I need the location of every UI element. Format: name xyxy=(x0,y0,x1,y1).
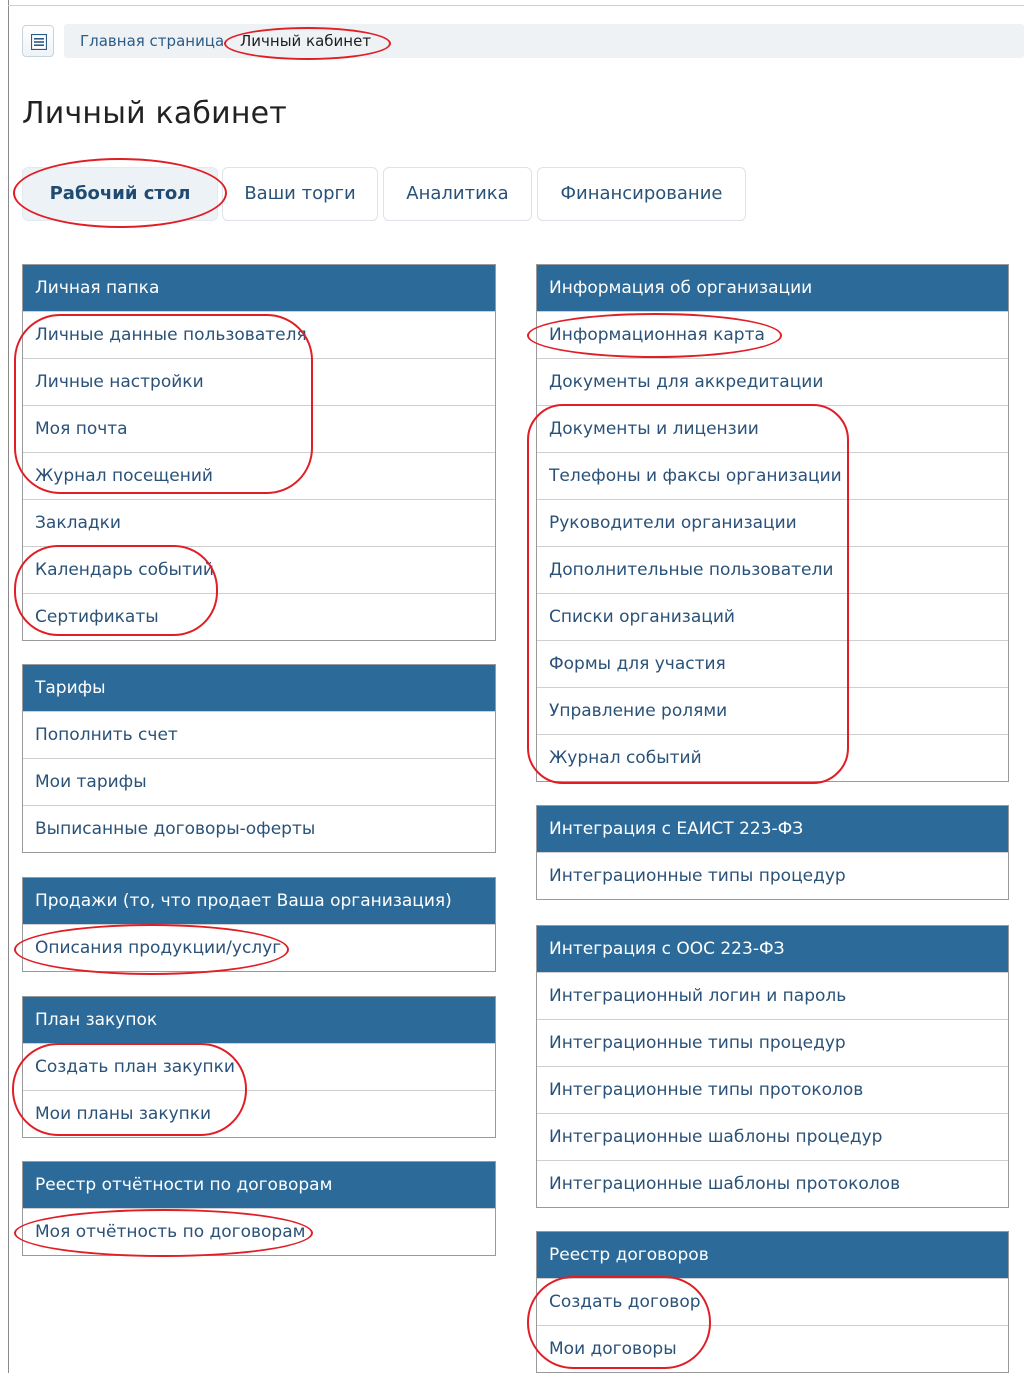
panel-link[interactable]: Личные данные пользователя xyxy=(23,311,495,358)
panel-link[interactable]: Интеграционные типы протоколов xyxy=(537,1066,1008,1113)
left-panel: Личная папка Личные данные пользователя Ли… xyxy=(22,264,496,641)
breadcrumb-home-link[interactable]: Главная страница xyxy=(80,24,224,58)
panel-link[interactable]: Списки организаций xyxy=(537,593,1008,640)
panel-header: Тарифы xyxy=(23,665,495,711)
right-panel: Информация об организации Информационная … xyxy=(536,264,1009,782)
left-panel: Реестр отчётности по договорам Моя отчётн… xyxy=(22,1161,496,1256)
panel-link[interactable]: Пополнить счет xyxy=(23,711,495,758)
panel-link[interactable]: Выписанные договоры-оферты xyxy=(23,805,495,852)
panel-link[interactable]: Интеграционные типы процедур xyxy=(537,1019,1008,1066)
tab-your-trades[interactable]: Ваши торги xyxy=(222,167,378,221)
menu-button[interactable] xyxy=(22,25,54,57)
panel-link[interactable]: Мои планы закупки xyxy=(23,1090,495,1137)
panel-header: Реестр договоров xyxy=(537,1232,1008,1278)
panel-link[interactable]: Создать план закупки xyxy=(23,1043,495,1090)
panel-header: Продажи (то, что продает Ваша организаци… xyxy=(23,878,495,924)
panel-link[interactable]: Формы для участия xyxy=(537,640,1008,687)
panel-header: План закупок xyxy=(23,997,495,1043)
panel-link[interactable]: Сертификаты xyxy=(23,593,495,640)
panel-link[interactable]: Моя почта xyxy=(23,405,495,452)
panel-link[interactable]: Закладки xyxy=(23,499,495,546)
panel-link[interactable]: Моя отчётность по договорам xyxy=(23,1208,495,1255)
panel-link[interactable]: Управление ролями xyxy=(537,687,1008,734)
breadcrumb-current: Личный кабинет xyxy=(240,32,372,50)
frame-border-top xyxy=(8,5,1024,6)
left-panel: План закупок Создать план закупки Мои план… xyxy=(22,996,496,1138)
panel-link[interactable]: Информационная карта xyxy=(537,311,1008,358)
page-title: Личный кабинет xyxy=(22,96,287,131)
tab-analytics[interactable]: Аналитика xyxy=(383,167,532,221)
panel-link[interactable]: Личные настройки xyxy=(23,358,495,405)
panel-link[interactable]: Описания продукции/услуг xyxy=(23,924,495,971)
panel-link[interactable]: Мои тарифы xyxy=(23,758,495,805)
panel-link[interactable]: Интеграционные типы процедур xyxy=(537,852,1008,899)
panel-link[interactable]: Календарь событий xyxy=(23,546,495,593)
left-panel: Продажи (то, что продает Ваша организаци… xyxy=(22,877,496,972)
right-panel: Интеграция с ЕАИСТ 223-ФЗ Интеграционные … xyxy=(536,805,1009,900)
panel-link[interactable]: Интеграционный логин и пароль xyxy=(537,972,1008,1019)
panel-link[interactable]: Дополнительные пользователи xyxy=(537,546,1008,593)
panel-header: Информация об организации xyxy=(537,265,1008,311)
panel-link[interactable]: Руководители организации xyxy=(537,499,1008,546)
tab-desktop[interactable]: Рабочий стол xyxy=(22,167,218,221)
panel-link[interactable]: Интеграционные шаблоны протоколов xyxy=(537,1160,1008,1207)
panel-header: Интеграция с ЕАИСТ 223-ФЗ xyxy=(537,806,1008,852)
panel-header: Реестр отчётности по договорам xyxy=(23,1162,495,1208)
panel-link[interactable]: Документы и лицензии xyxy=(537,405,1008,452)
left-panel: Тарифы Пополнить счет Мои тарифы Выписанные… xyxy=(22,664,496,853)
panel-link[interactable]: Журнал событий xyxy=(537,734,1008,781)
panel-link[interactable]: Журнал посещений xyxy=(23,452,495,499)
panel-header: Интеграция с ООС 223-ФЗ xyxy=(537,926,1008,972)
panel-link[interactable]: Мои договоры xyxy=(537,1325,1008,1372)
right-panel: Реестр договоров Создать договор Мои догов… xyxy=(536,1231,1009,1373)
panel-link[interactable]: Документы для аккредитации xyxy=(537,358,1008,405)
panel-link[interactable]: Создать договор xyxy=(537,1278,1008,1325)
breadcrumb: Главная страница Личный кабинет xyxy=(64,24,1024,58)
list-menu-icon xyxy=(31,34,47,50)
tab-financing[interactable]: Финансирование xyxy=(537,167,746,221)
frame-border-left xyxy=(8,0,9,1373)
panel-link[interactable]: Интеграционные шаблоны процедур xyxy=(537,1113,1008,1160)
panel-header: Личная папка xyxy=(23,265,495,311)
panel-link[interactable]: Телефоны и факсы организации xyxy=(537,452,1008,499)
right-panel: Интеграция с ООС 223-ФЗ Интеграционный ло… xyxy=(536,925,1009,1208)
